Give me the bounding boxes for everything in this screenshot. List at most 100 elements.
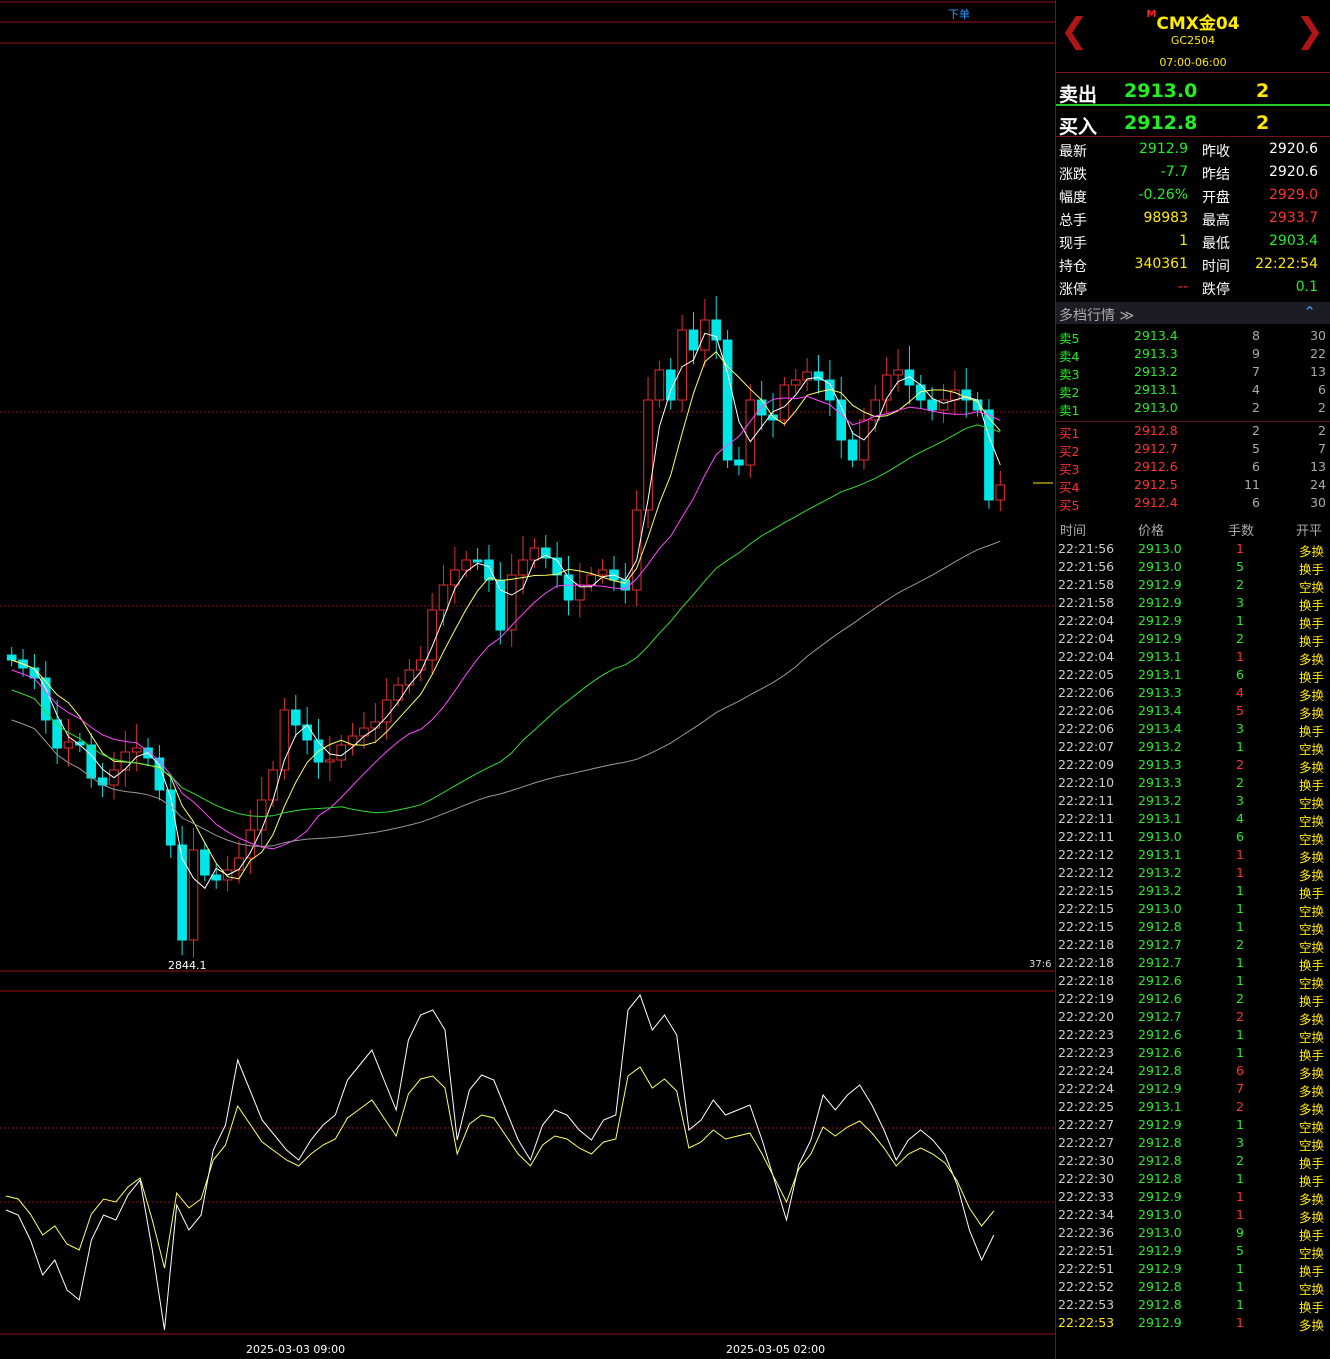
tick-time: 22:22:27 xyxy=(1058,1135,1115,1150)
tick-price: 2913.1 xyxy=(1138,847,1182,862)
candle xyxy=(927,399,937,411)
tick-price: 2912.6 xyxy=(1138,973,1182,988)
candle xyxy=(779,384,790,421)
stat-label: 最高 xyxy=(1202,213,1230,229)
tick-price: 2913.4 xyxy=(1138,703,1182,718)
tick-row: 22:22:27 2912.8 3 空换 xyxy=(1056,1134,1330,1153)
tick-row: 22:22:04 2912.9 2 换手 xyxy=(1056,630,1330,649)
level-volume: 6 xyxy=(1252,459,1260,474)
tick-list[interactable]: 22:21:56 2913.0 1 多换 22:21:56 2913.0 5 换手 22:21:… xyxy=(1056,540,1330,1333)
bid-level-row[interactable]: 买2 2912.7 5 7 xyxy=(1056,440,1330,459)
tick-price: 2913.1 xyxy=(1138,811,1182,826)
axis-right-value-label: 37:6 xyxy=(1029,959,1052,970)
depth-title: 多档行情 ≫ xyxy=(1059,308,1135,324)
quote-panel: ❮ MCMX金04 GC2504 07:00-06:00 ❯ 卖出 2913.0… xyxy=(1055,0,1330,1359)
tick-price: 2913.1 xyxy=(1138,649,1182,664)
buy-label: 买入 xyxy=(1059,116,1098,138)
tick-volume: 2 xyxy=(1236,937,1244,952)
oscillator-line xyxy=(5,993,995,1331)
tick-price: 2913.2 xyxy=(1138,883,1182,898)
tick-time: 22:22:19 xyxy=(1058,991,1115,1006)
stat-label: 幅度 xyxy=(1059,190,1087,206)
ask-level-row[interactable]: 卖2 2913.1 4 6 xyxy=(1056,381,1330,400)
candle xyxy=(256,799,267,831)
tick-row: 22:21:58 2912.9 2 空换 xyxy=(1056,576,1330,595)
stat-value: 98983 xyxy=(1143,210,1188,226)
candle xyxy=(700,319,710,351)
market-mark: M xyxy=(1146,9,1157,20)
stat-label: 昨结 xyxy=(1202,167,1230,183)
tick-price: 2913.2 xyxy=(1138,865,1182,880)
tick-volume: 2 xyxy=(1236,775,1244,790)
tick-price: 2912.9 xyxy=(1138,1189,1182,1204)
tick-time: 22:22:20 xyxy=(1058,1009,1115,1024)
candle xyxy=(847,439,858,461)
stat-row: 最新 2912.9 昨收 2920.6 xyxy=(1056,138,1330,161)
tick-row: 22:22:25 2913.1 2 多换 xyxy=(1056,1098,1330,1117)
stat-label: 时间 xyxy=(1202,259,1230,275)
bid-level-row[interactable]: 买4 2912.5 11 24 xyxy=(1056,476,1330,495)
bid-level-row[interactable]: 买5 2912.4 6 30 xyxy=(1056,494,1330,513)
place-order-button[interactable]: 下单 xyxy=(948,6,970,22)
sell-volume: 2 xyxy=(1256,80,1270,102)
buy-volume: 2 xyxy=(1256,112,1270,134)
tick-price: 2913.0 xyxy=(1138,541,1182,556)
stat-label: 开盘 xyxy=(1202,190,1230,206)
tick-row: 22:22:19 2912.6 2 换手 xyxy=(1056,990,1330,1009)
candle xyxy=(643,399,653,511)
tick-price: 2912.8 xyxy=(1138,1135,1182,1150)
tick-time: 22:22:51 xyxy=(1058,1261,1115,1276)
tick-volume: 6 xyxy=(1236,1063,1244,1078)
tick-time: 22:22:23 xyxy=(1058,1027,1115,1042)
ask-level-row[interactable]: 卖1 2913.0 2 2 xyxy=(1056,399,1330,418)
level-total: 6 xyxy=(1318,382,1326,397)
chart-canvas[interactable] xyxy=(0,0,1055,1359)
tick-volume: 1 xyxy=(1236,901,1244,916)
candle xyxy=(984,409,994,501)
bid-levels: 买1 2912.8 2 2 买2 2912.7 5 7 买3 2912.6 6 13 买4 2912.5 1… xyxy=(1056,421,1330,513)
bid-level-row[interactable]: 买1 2912.8 2 2 xyxy=(1056,422,1330,441)
date-axis-label: 2025-03-05 02:00 xyxy=(726,1343,826,1356)
tick-price: 2912.9 xyxy=(1138,1315,1182,1330)
tick-volume: 7 xyxy=(1236,1081,1244,1096)
ask-level-row[interactable]: 卖4 2913.3 9 22 xyxy=(1056,345,1330,364)
stat-row: 现手 1 最低 2903.4 xyxy=(1056,230,1330,253)
tick-time: 22:22:11 xyxy=(1058,829,1115,844)
sell-price: 2913.0 xyxy=(1124,80,1198,102)
level-price: 2913.0 xyxy=(1134,400,1178,415)
chevron-up-icon[interactable]: ⌃ xyxy=(1303,303,1316,321)
tick-time: 22:22:18 xyxy=(1058,973,1115,988)
candle xyxy=(63,741,74,749)
tick-price: 2912.8 xyxy=(1138,1297,1182,1312)
ma-line-gray xyxy=(11,540,1001,848)
chevron-right-icon[interactable]: ❯ xyxy=(1296,14,1325,48)
tick-volume: 2 xyxy=(1236,991,1244,1006)
candle xyxy=(404,669,415,686)
candle xyxy=(631,509,642,591)
bid-level-row[interactable]: 买3 2912.6 6 13 xyxy=(1056,458,1330,477)
tick-time: 22:22:52 xyxy=(1058,1279,1115,1294)
candle xyxy=(881,374,892,401)
contract-name: CMX金04 xyxy=(1156,14,1240,34)
level-volume: 7 xyxy=(1252,364,1260,379)
sell-row[interactable]: 卖出 2913.0 2 xyxy=(1056,74,1330,106)
tick-price: 2913.3 xyxy=(1138,775,1182,790)
tick-row: 22:22:18 2912.7 1 换手 xyxy=(1056,954,1330,973)
depth-header[interactable]: 多档行情 ≫ ⌃ xyxy=(1056,302,1330,324)
tick-row: 22:22:15 2913.2 1 换手 xyxy=(1056,882,1330,901)
stat-label: 最新 xyxy=(1059,144,1087,160)
tick-volume: 3 xyxy=(1236,595,1244,610)
tick-time: 22:22:51 xyxy=(1058,1243,1115,1258)
tick-row: 22:22:51 2912.9 1 换手 xyxy=(1056,1260,1330,1279)
tick-price: 2913.0 xyxy=(1138,829,1182,844)
candle xyxy=(381,699,392,723)
level-volume: 6 xyxy=(1252,495,1260,510)
candlestick-chart-area[interactable]: 下单 2844.1 37:6 2025-03-03 09:00 2025-03-… xyxy=(0,0,1055,1359)
ask-level-row[interactable]: 卖5 2913.4 8 30 xyxy=(1056,327,1330,346)
candle xyxy=(518,559,528,576)
buy-row[interactable]: 买入 2912.8 2 xyxy=(1056,106,1330,138)
tick-volume: 6 xyxy=(1236,667,1244,682)
candle xyxy=(211,874,222,881)
tick-time: 22:22:09 xyxy=(1058,757,1115,772)
ask-level-row[interactable]: 卖3 2913.2 7 13 xyxy=(1056,363,1330,382)
